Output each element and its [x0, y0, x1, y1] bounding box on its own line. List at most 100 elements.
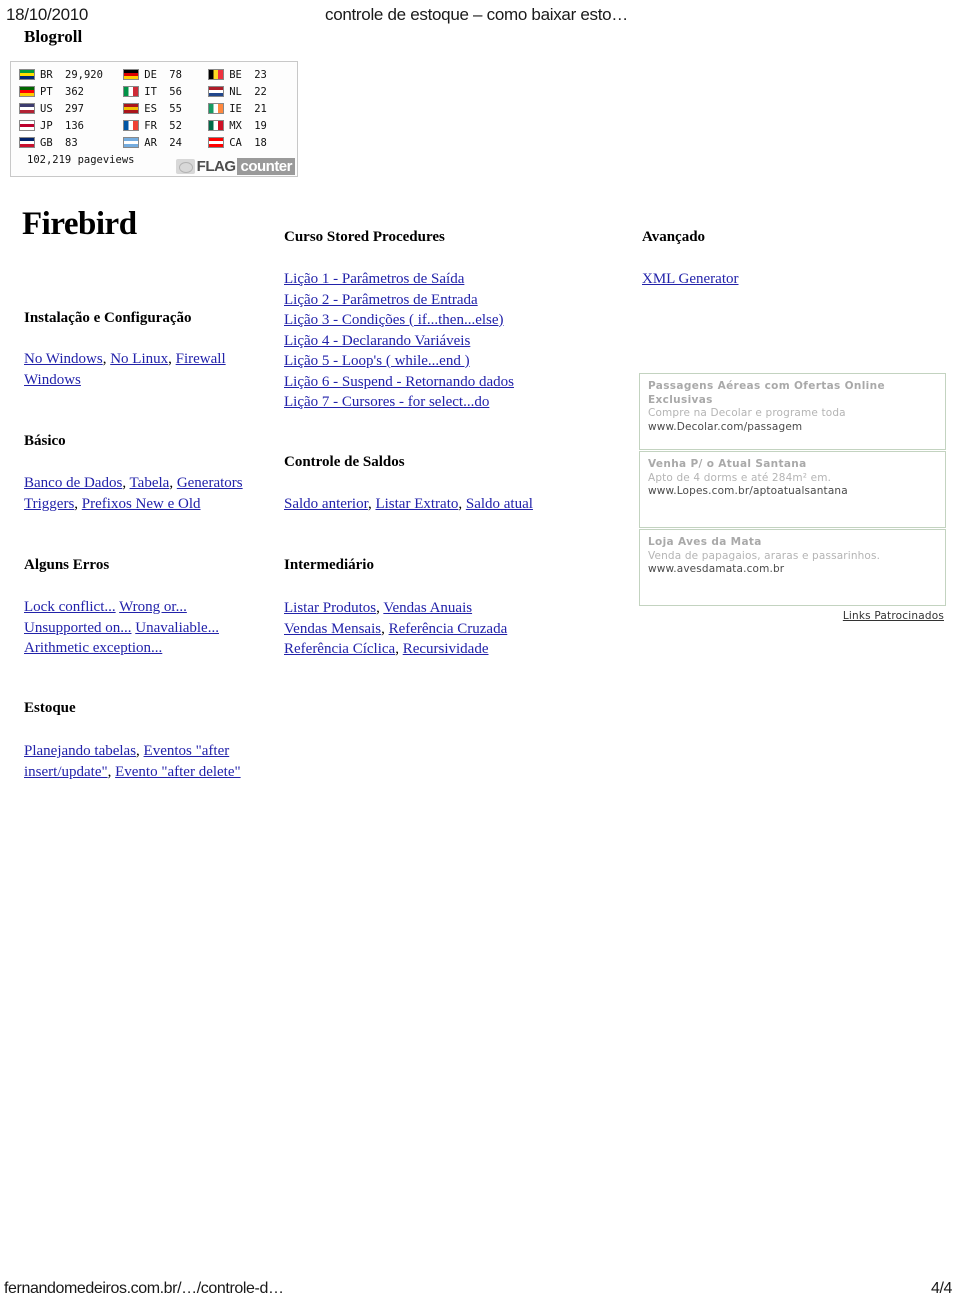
content-link[interactable]: Lição 1 - Parâmetros de Saída [284, 271, 464, 287]
ad-url-1[interactable]: www.Decolar.com/passagem [648, 421, 937, 435]
header-date: 18/10/2010 [6, 5, 89, 24]
heading-estoque: Estoque [24, 700, 76, 716]
flag-icon [19, 120, 35, 131]
flag-icon [208, 69, 225, 80]
content-link[interactable]: Lição 3 - Condições ( if...then...else) [284, 312, 504, 328]
flag-counter-columns: BR 29,920 PT 362 US 297 JP 136 GB 83 DE 78 IT 56 ES 55 F… [11, 66, 297, 151]
content-link[interactable]: Banco de Dados [24, 475, 122, 491]
link-line: Lição 2 - Parâmetros de Entrada [284, 290, 614, 311]
flag-counter-row: ES 55 [123, 100, 208, 117]
flag-visit-count: 78 [169, 68, 182, 81]
flag-icon [19, 137, 35, 148]
content-link[interactable]: Planejando tabelas [24, 743, 136, 759]
flag-counter-row: GB 83 [19, 134, 123, 151]
heading-basico: Básico [24, 433, 66, 449]
content-link[interactable]: Prefixos New e Old [82, 496, 201, 512]
ad-block-2[interactable]: Venha P/ o Atual Santana Apto de 4 dorms… [639, 451, 946, 528]
ad-title-1: Passagens Aéreas com Ofertas Online Excl… [648, 380, 885, 406]
flag-counter-column: DE 78 IT 56 ES 55 FR 52 AR 24 [123, 66, 208, 151]
globe-icon [175, 158, 195, 174]
content-link[interactable]: Listar Extrato [375, 496, 458, 512]
link-line: Arithmetic exception... [24, 638, 274, 659]
content-link[interactable]: Vendas Mensais [284, 621, 381, 637]
content-link[interactable]: Lição 5 - Loop's ( while...end ) [284, 353, 470, 369]
content-link[interactable]: Wrong or... [119, 599, 187, 615]
link-separator: , [168, 351, 176, 367]
flag-country-code: IE [229, 102, 242, 115]
content-link[interactable]: Saldo anterior [284, 496, 368, 512]
content-link[interactable]: Windows [24, 372, 81, 388]
content-link[interactable]: Lição 2 - Parâmetros de Entrada [284, 292, 478, 308]
content-link[interactable]: Listar Produtos [284, 600, 376, 616]
content-link[interactable]: Recursividade [403, 641, 489, 657]
flag-country-code: CA [229, 136, 242, 149]
link-line: Banco de Dados, Tabela, Generators [24, 473, 274, 494]
ad-description-3: Venda de papagaios, araras e passarinhos… [648, 549, 881, 562]
ad-title-3: Loja Aves da Mata [648, 536, 762, 548]
flag-visit-count: 18 [254, 136, 267, 149]
firebird-title: Firebird [22, 206, 137, 242]
heading-alguns-erros: Alguns Erros [24, 557, 110, 573]
flag-counter-row: CA 18 [208, 134, 297, 151]
flag-visit-count: 297 [65, 102, 84, 115]
content-link[interactable]: No Windows [24, 351, 103, 367]
content-link[interactable]: Vendas Anuais [383, 600, 472, 616]
content-link[interactable]: Generators [177, 475, 243, 491]
link-separator: , [395, 641, 403, 657]
link-line: Lição 4 - Declarando Variáveis [284, 331, 614, 352]
link-separator: , [169, 475, 177, 491]
flag-counter-row: NL 22 [208, 83, 297, 100]
flag-counter-column: BR 29,920 PT 362 US 297 JP 136 GB 83 [11, 66, 123, 151]
link-line: Lição 3 - Condições ( if...then...else) [284, 310, 614, 331]
links-controle-de-saldos: Saldo anterior, Listar Extrato, Saldo at… [284, 494, 614, 515]
ad-block-3[interactable]: Loja Aves da Mata Venda de papagaios, ar… [639, 529, 946, 606]
flag-icon [208, 86, 225, 97]
link-xml-generator[interactable]: XML Generator [642, 271, 739, 287]
content-link[interactable]: Unavaliable... [135, 620, 219, 636]
content-link[interactable]: Arithmetic exception... [24, 640, 162, 656]
flag-counter-row: AR 24 [123, 134, 208, 151]
flag-visit-count: 55 [169, 102, 182, 115]
ad-block-1[interactable]: Passagens Aéreas com Ofertas Online Excl… [639, 373, 946, 450]
ad-url-3[interactable]: www.avesdamata.com.br [648, 563, 937, 577]
content-link[interactable]: No Linux [110, 351, 168, 367]
flag-country-code: GB [40, 136, 53, 149]
content-link[interactable]: Lock conflict... [24, 599, 116, 615]
flag-counter-row: FR 52 [123, 117, 208, 134]
flag-counter-row: DE 78 [123, 66, 208, 83]
content-link[interactable]: insert/update" [24, 764, 108, 780]
content-link[interactable]: Referência Cíclica [284, 641, 395, 657]
heading-controle-de-saldos: Controle de Saldos [284, 454, 405, 470]
content-link[interactable]: Saldo atual [466, 496, 533, 512]
ad-url-2[interactable]: www.Lopes.com.br/aptoatualsantana [648, 485, 937, 499]
flag-country-code: FR [144, 119, 157, 132]
links-alguns-erros: Lock conflict... Wrong or... Unsupported … [24, 597, 274, 659]
link-line: Referência Cíclica, Recursividade [284, 639, 614, 660]
links-curso-stored-procedures: Lição 1 - Parâmetros de Saída Lição 2 - P… [284, 269, 614, 413]
content-link[interactable]: Evento "after delete" [115, 764, 241, 780]
content-link[interactable]: Unsupported on... [24, 620, 132, 636]
content-link[interactable]: Referência Cruzada [389, 621, 508, 637]
flag-visit-count: 362 [65, 85, 84, 98]
flag-counter-column: BE 23 NL 22 IE 21 MX 19 CA 18 [208, 66, 297, 151]
footer-url: fernandomedeiros.com.br/…/controle-d… [4, 1280, 284, 1297]
content-link[interactable]: Firewall [176, 351, 226, 367]
flag-visit-count: 29,920 [65, 68, 103, 81]
flag-country-code: IT [144, 85, 157, 98]
link-separator: , [74, 495, 82, 512]
sponsored-links-label[interactable]: Links Patrocinados [843, 610, 944, 622]
content-link[interactable]: Lição 7 - Cursores - for select...do [284, 394, 489, 410]
flag-icon [19, 86, 35, 97]
flag-counter-pageviews: 102,219 pageviews [27, 154, 135, 166]
content-link[interactable]: Lição 4 - Declarando Variáveis [284, 333, 470, 349]
content-link[interactable]: Triggers [24, 496, 74, 512]
flag-counter-row: BE 23 [208, 66, 297, 83]
content-link[interactable]: Lição 6 - Suspend - Retornando dados [284, 374, 514, 390]
flag-icon [123, 103, 140, 114]
content-link[interactable]: Tabela [130, 475, 170, 491]
link-line: Planejando tabelas, Eventos "after [24, 741, 264, 762]
flag-counter-widget[interactable]: BR 29,920 PT 362 US 297 JP 136 GB 83 DE 78 IT 56 ES 55 F… [10, 61, 298, 177]
link-separator: , [136, 743, 144, 759]
flag-country-code: US [40, 102, 53, 115]
content-link[interactable]: Eventos "after [144, 743, 230, 759]
